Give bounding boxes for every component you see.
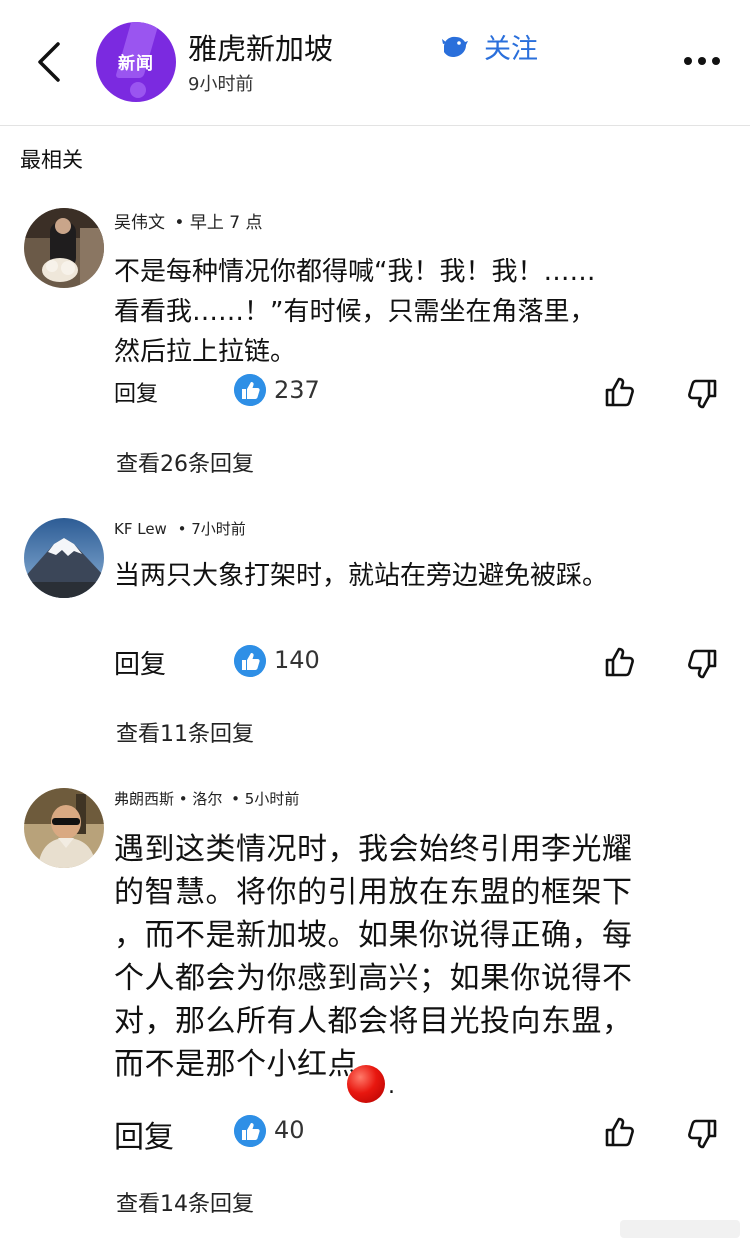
comment-meta: 吴伟文 • 早上 7 点 [114, 208, 262, 233]
reply-button[interactable]: 回复 [114, 644, 166, 681]
post-header: 新闻 雅虎新加坡 9小时前 关注 [0, 0, 750, 126]
like-count: 237 [274, 376, 320, 404]
thumbs-up-badge-icon [234, 645, 266, 677]
comment-meta: 弗朗西斯 • 洛尔 • 5小时前 [114, 788, 299, 809]
red-dot-emoji [347, 1065, 385, 1103]
comment-meta: KF Lew • 7小时前 [114, 518, 246, 539]
comment-author[interactable]: KF Lew [114, 520, 167, 538]
comment-text: 遇到这类情况时，我会始终引用李光耀 的智慧。将你的引用放在东盟的框架下 ，而不是… [114, 828, 714, 1086]
comment-author[interactable]: 吴伟文 [114, 213, 165, 233]
comment-text-line: 的智慧。将你的引用放在东盟的框架下 [114, 875, 633, 910]
thumb-up-outline-icon[interactable] [602, 1114, 638, 1150]
follow-bird-icon [442, 36, 468, 57]
comment-text-line: 对，那么所有人都会将目光投向东盟， [114, 1004, 633, 1039]
avatar-photo [24, 208, 104, 288]
comment-text-line: ，而不是新加坡。如果你说得正确，每 [114, 918, 633, 953]
back-chevron-icon[interactable] [30, 38, 70, 86]
thumb-down-outline-icon[interactable] [684, 376, 720, 412]
trailing-period: . [388, 1074, 395, 1099]
comment-author-avatar[interactable] [24, 788, 104, 868]
comment-text-line: 然后拉上拉链。 [114, 337, 297, 367]
comment-author-avatar[interactable] [24, 518, 104, 598]
comment-actions: 回复 237 [0, 370, 750, 414]
like-count: 40 [274, 1116, 305, 1144]
comment-time: • 5小时前 [231, 790, 300, 808]
comment-time: • 早上 7 点 [174, 213, 263, 233]
comment-actions: 回复 40 [0, 1110, 750, 1156]
watermark-logo [620, 1220, 740, 1238]
comment-author-avatar[interactable] [24, 208, 104, 288]
comment-time: • 7小时前 [177, 520, 246, 538]
view-replies-link[interactable]: 查看14条回复 [116, 1186, 254, 1218]
comment-text-line: 不是每种情况你都得喊“我！我！我！…… [114, 257, 596, 287]
comment-text-line: 当两只大象打架时，就站在旁边避免被踩。 [114, 561, 609, 591]
avatar-photo [24, 788, 104, 868]
follow-button[interactable]: 关注 [440, 26, 538, 66]
comment-text-line: 个人都会为你感到高兴；如果你说得不 [114, 961, 633, 996]
post-time: 9小时前 [188, 74, 254, 95]
like-count: 140 [274, 646, 320, 674]
thumbs-up-badge-icon [234, 374, 266, 406]
comment-author[interactable]: 弗朗西斯 • 洛尔 [114, 790, 222, 808]
reply-button[interactable]: 回复 [114, 1112, 174, 1156]
comment-text-line: 遇到这类情况时，我会始终引用李光耀 [114, 832, 633, 867]
reply-button[interactable]: 回复 [114, 376, 158, 408]
thumb-down-outline-icon[interactable] [684, 1116, 720, 1152]
comment-text: 不是每种情况你都得喊“我！我！我！…… 看看我……！”有时候，只需坐在角落里， … [114, 252, 714, 372]
thumbs-up-badge-icon [234, 1115, 266, 1147]
more-dots-icon[interactable] [682, 50, 722, 72]
view-replies-link[interactable]: 查看11条回复 [116, 716, 254, 748]
channel-name[interactable]: 雅虎新加坡 [188, 26, 333, 68]
thumb-down-outline-icon[interactable] [684, 646, 720, 682]
channel-avatar-text: 新闻 [118, 54, 154, 74]
view-replies-link[interactable]: 查看26条回复 [116, 446, 254, 478]
comment-text: 当两只大象打架时，就站在旁边避免被踩。 [114, 556, 714, 596]
comment-text-line: 而不是那个小红点 [114, 1047, 358, 1082]
follow-label: 关注 [484, 33, 538, 65]
channel-avatar[interactable]: 新闻 [96, 22, 176, 102]
sort-label[interactable]: 最相关 [20, 144, 83, 174]
thumb-up-outline-icon[interactable] [602, 644, 638, 680]
thumb-up-outline-icon[interactable] [602, 374, 638, 410]
avatar-photo [24, 518, 104, 598]
comment-actions: 回复 140 [0, 640, 750, 684]
comment-text-line: 看看我……！”有时候，只需坐在角落里， [114, 297, 596, 327]
channel-logo-dot [130, 82, 146, 98]
